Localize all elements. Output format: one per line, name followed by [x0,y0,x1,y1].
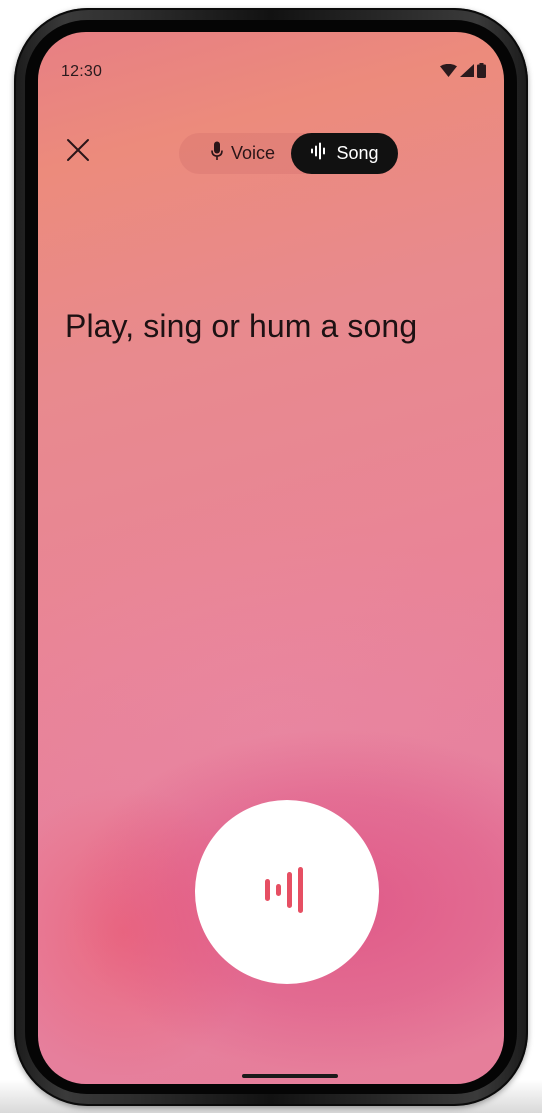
wifi-icon [440,64,457,77]
status-time: 12:30 [61,63,103,80]
close-icon [66,138,90,167]
battery-icon [477,63,486,78]
cellular-signal-icon [460,64,474,77]
screen: 12:30 Voice Song Play, sing or hum a son… [38,32,504,1084]
page: 12:30 Voice Song Play, sing or hum a son… [0,0,542,1113]
sound-wave-icon [265,866,309,918]
close-button[interactable] [64,138,92,166]
prompt-text: Play, sing or hum a song [65,308,418,344]
tab-voice[interactable]: Voice [193,133,293,174]
microphone-icon [211,141,223,166]
home-indicator[interactable] [242,1074,338,1078]
sound-wave-icon [310,142,328,165]
listen-button[interactable] [195,800,379,984]
tab-voice-label: Voice [230,143,276,163]
tab-song-label: Song [336,143,379,163]
mode-toggle: Voice Song [179,133,398,174]
status-icons [440,63,486,78]
tab-song[interactable]: Song [291,133,398,174]
